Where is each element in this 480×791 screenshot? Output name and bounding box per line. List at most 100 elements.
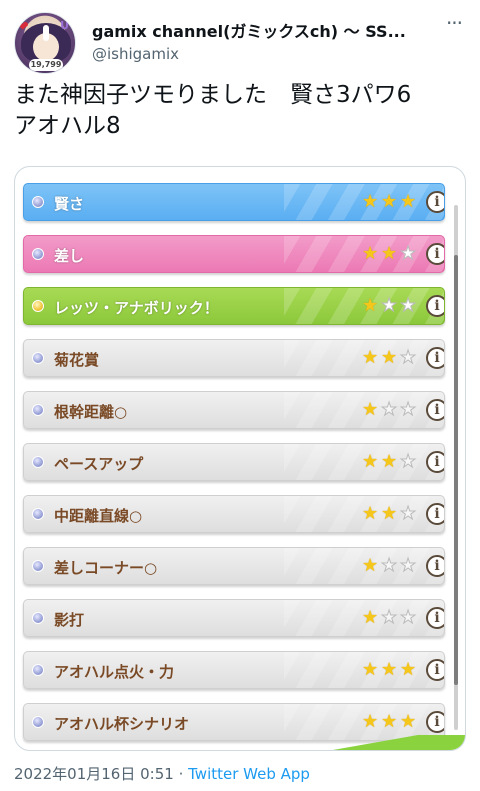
star-filled-icon: ★ xyxy=(381,347,398,368)
skill-name: 賢さ xyxy=(54,195,85,213)
skill-stars: ★ ★ ★ xyxy=(362,243,420,264)
skill-row[interactable]: 根幹距離○ ★ ★ ★ i xyxy=(23,391,445,429)
skill-name: 菊花賞 xyxy=(54,351,100,369)
star-empty-icon: ★ xyxy=(399,399,417,420)
skill-dot-icon xyxy=(32,456,44,468)
info-icon[interactable]: i xyxy=(426,295,444,317)
skill-stars: ★ ★ ★ xyxy=(362,503,420,524)
star-empty-icon: ★ xyxy=(399,243,417,264)
star-filled-icon: ★ xyxy=(400,191,417,212)
skill-stars: ★ ★ ★ xyxy=(362,607,420,628)
more-options-icon[interactable]: ··· xyxy=(442,13,466,36)
skill-stars: ★ ★ ★ xyxy=(362,712,420,732)
info-icon[interactable]: i xyxy=(426,607,444,629)
skill-name: 差し xyxy=(54,247,85,265)
skill-row[interactable]: 差しコーナー○ ★ ★ ★ i xyxy=(23,547,445,585)
star-filled-icon: ★ xyxy=(381,191,398,212)
skill-name: ペースアップ xyxy=(54,455,144,473)
star-filled-icon: ★ xyxy=(400,659,417,680)
info-icon[interactable]: i xyxy=(426,191,444,213)
skill-name: アオハル杯シナリオ xyxy=(54,715,190,733)
skill-stars: ★ ★ ★ xyxy=(362,555,420,576)
user-avatar[interactable]: ❤ U 19,799 xyxy=(14,12,76,74)
star-filled-icon: ★ xyxy=(381,451,398,472)
tweet-footer: 2022年01月16日 0:51 · Twitter Web App xyxy=(14,763,310,784)
star-empty-icon: ★ xyxy=(399,295,417,316)
skill-dot-icon xyxy=(32,508,44,520)
star-empty-icon: ★ xyxy=(399,503,417,524)
tweet-text: また神因子ツモりました 賢さ3パワ6 アオハル8 xyxy=(14,82,412,139)
tweet-datetime[interactable]: 2022年01月16日 0:51 xyxy=(14,765,174,783)
skill-row[interactable]: 影打 ★ ★ ★ i xyxy=(23,599,445,637)
user-handle[interactable]: @ishigamix xyxy=(92,45,179,63)
star-empty-icon: ★ xyxy=(399,607,417,628)
skill-row[interactable]: アオハル点火・力 ★ ★ ★ i xyxy=(23,651,445,689)
star-filled-icon: ★ xyxy=(362,451,379,472)
skill-list: 賢さ ★ ★ ★ i 差し ★ ★ ★ i レッツ・アナボリック！ ★ ★ ★ i 菊花賞 ★ ★ ★ i 根幹距離○ ★… xyxy=(23,183,445,750)
star-filled-icon: ★ xyxy=(362,243,379,264)
skill-dot-icon xyxy=(32,248,44,260)
avatar-blaze xyxy=(43,25,49,41)
logo-icon: U xyxy=(60,19,69,32)
info-icon[interactable]: i xyxy=(426,399,444,421)
media-corner-decoration xyxy=(315,735,465,750)
skill-row[interactable]: 賢さ ★ ★ ★ i xyxy=(23,183,445,221)
skill-row[interactable]: レッツ・アナボリック！ ★ ★ ★ i xyxy=(23,287,445,325)
star-filled-icon: ★ xyxy=(362,295,379,316)
scrollbar[interactable] xyxy=(454,205,458,730)
info-icon[interactable]: i xyxy=(426,659,444,681)
media-header-decoration xyxy=(115,167,355,179)
skill-name: 中距離直線○ xyxy=(54,507,143,525)
star-filled-icon: ★ xyxy=(362,659,379,680)
skill-dot-icon xyxy=(32,300,44,312)
heart-icon: ❤ xyxy=(17,19,29,35)
star-filled-icon: ★ xyxy=(362,503,379,524)
skill-stars: ★ ★ ★ xyxy=(362,347,420,368)
info-icon[interactable]: i xyxy=(426,451,444,473)
star-filled-icon: ★ xyxy=(362,711,379,732)
star-filled-icon: ★ xyxy=(362,607,379,628)
user-display-name[interactable]: gamix channel(ガミックスch) 〜 SS... xyxy=(92,18,422,42)
tweet-media-image[interactable]: 賢さ ★ ★ ★ i 差し ★ ★ ★ i レッツ・アナボリック！ ★ ★ ★ i 菊花賞 ★ ★ ★ i 根幹距離○ ★… xyxy=(14,166,466,751)
skill-row[interactable]: 中距離直線○ ★ ★ ★ i xyxy=(23,495,445,533)
star-empty-icon: ★ xyxy=(380,295,398,316)
skill-row[interactable]: ペースアップ ★ ★ ★ i xyxy=(23,443,445,481)
tweet-header: ❤ U 19,799 gamix channel(ガミックスch) 〜 SS..… xyxy=(0,0,480,80)
skill-stars: ★ ★ ★ xyxy=(362,451,420,472)
star-empty-icon: ★ xyxy=(380,399,398,420)
skill-dot-icon xyxy=(32,196,44,208)
skill-dot-icon xyxy=(32,404,44,416)
info-icon[interactable]: i xyxy=(426,555,444,577)
info-icon[interactable]: i xyxy=(426,347,444,369)
skill-row[interactable]: 差し ★ ★ ★ i xyxy=(23,235,445,273)
skill-dot-icon xyxy=(32,560,44,572)
skill-stars: ★ ★ ★ xyxy=(362,660,420,680)
info-icon[interactable]: i xyxy=(426,711,444,733)
star-filled-icon: ★ xyxy=(381,659,398,680)
star-filled-icon: ★ xyxy=(381,503,398,524)
footer-separator: · xyxy=(173,765,189,783)
skill-name: 差しコーナー○ xyxy=(54,559,158,577)
info-icon[interactable]: i xyxy=(426,503,444,525)
star-filled-icon: ★ xyxy=(381,243,398,264)
skill-dot-icon xyxy=(32,352,44,364)
skill-name: 影打 xyxy=(54,611,85,629)
info-icon[interactable]: i xyxy=(426,243,444,265)
skill-dot-icon xyxy=(32,664,44,676)
star-filled-icon: ★ xyxy=(400,711,417,732)
tweet-source[interactable]: Twitter Web App xyxy=(188,765,310,783)
skill-stars: ★ ★ ★ xyxy=(362,399,420,420)
star-filled-icon: ★ xyxy=(362,191,379,212)
skill-dot-icon xyxy=(32,716,44,728)
skill-name: 根幹距離○ xyxy=(54,403,128,421)
star-filled-icon: ★ xyxy=(362,347,379,368)
star-empty-icon: ★ xyxy=(380,607,398,628)
skill-row[interactable]: 菊花賞 ★ ★ ★ i xyxy=(23,339,445,377)
star-filled-icon: ★ xyxy=(362,399,379,420)
scrollbar-thumb[interactable] xyxy=(454,255,458,685)
star-empty-icon: ★ xyxy=(380,555,398,576)
star-empty-icon: ★ xyxy=(399,347,417,368)
star-empty-icon: ★ xyxy=(399,555,417,576)
skill-name: アオハル点火・力 xyxy=(54,663,175,681)
avatar-badge: 19,799 xyxy=(29,59,63,71)
